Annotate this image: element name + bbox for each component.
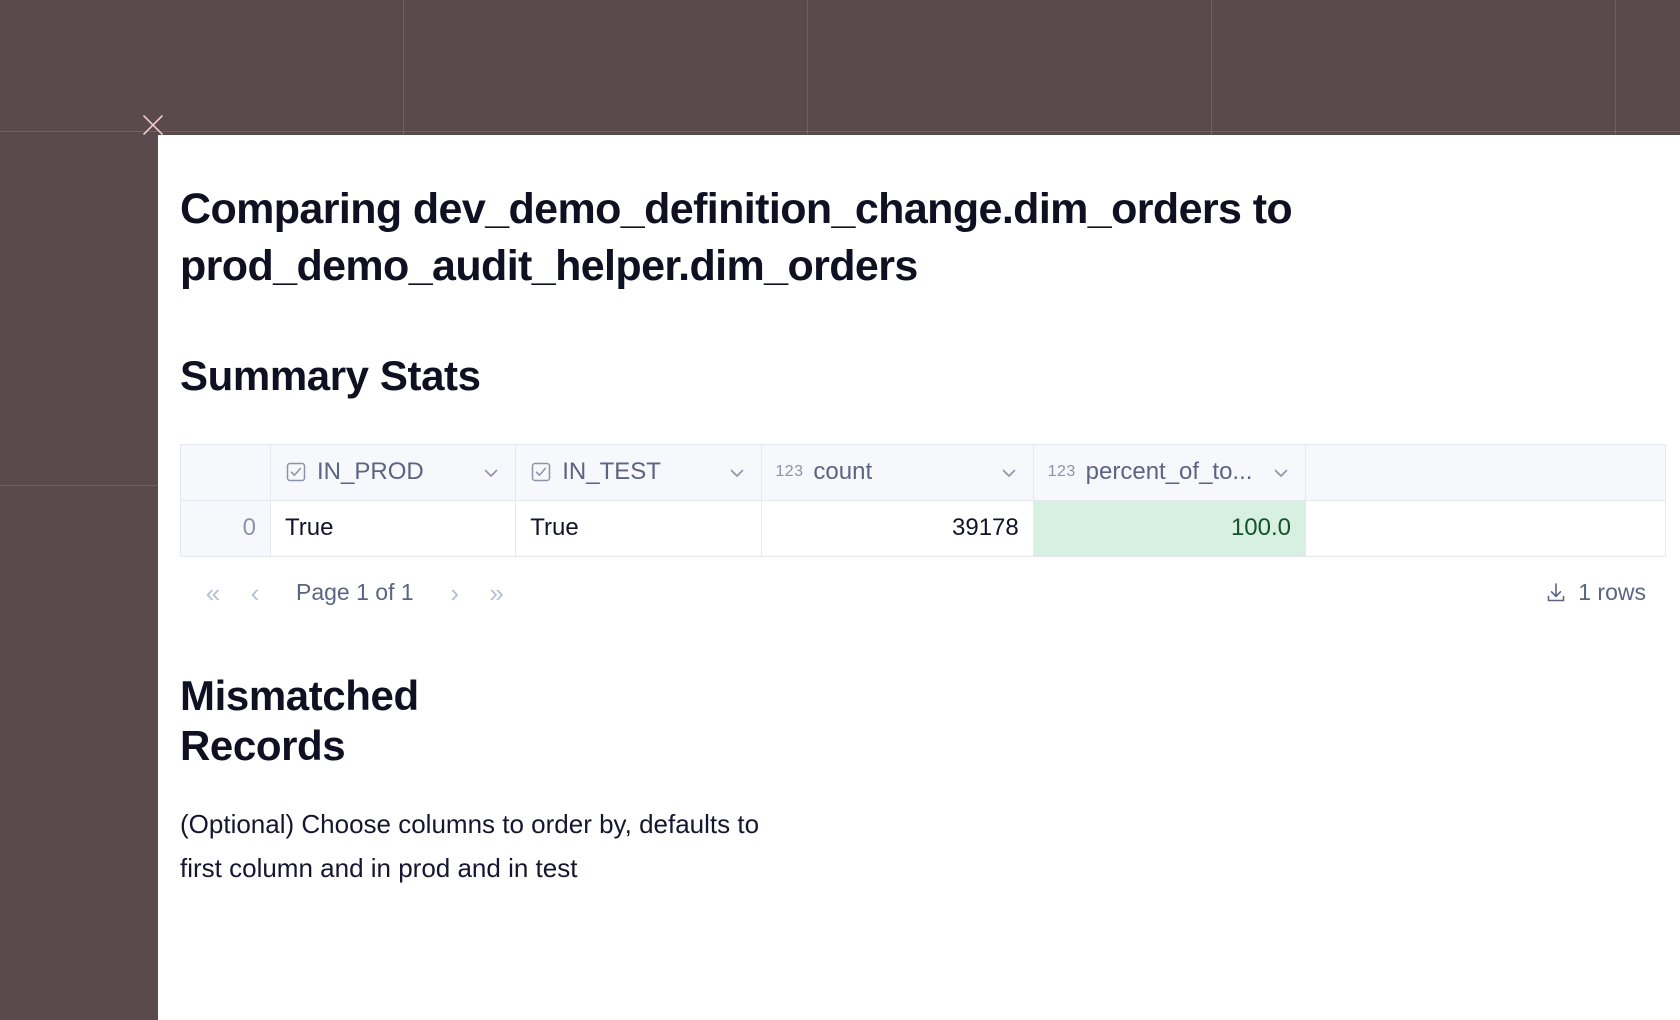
column-header-percent-of-total[interactable]: 123 percent_of_to... (1032, 443, 1307, 501)
chevron-down-icon[interactable] (999, 462, 1019, 482)
page-indicator: Page 1 of 1 (296, 579, 414, 606)
checkbox-icon (285, 461, 307, 483)
cell-blank (1305, 499, 1666, 557)
checkbox-icon (530, 461, 552, 483)
download-rows-control[interactable]: 1 rows (1544, 579, 1646, 606)
column-header-blank (1305, 443, 1666, 501)
close-button[interactable] (140, 112, 166, 138)
download-icon (1544, 581, 1568, 605)
number-type-icon: 123 (775, 463, 804, 481)
cell-percent-of-total[interactable]: 100.0 (1032, 499, 1307, 557)
backdrop-grid-line-horizontal (0, 131, 1680, 132)
section-heading-summary-stats: Summary Stats (180, 352, 481, 400)
column-header-in-prod[interactable]: IN_PROD (269, 443, 517, 501)
first-page-button[interactable]: « (194, 574, 232, 612)
close-icon (143, 115, 163, 135)
table-body: 0 True True 39178 100.0 (180, 499, 1666, 557)
report-panel: Comparing dev_demo_definition_change.dim… (158, 135, 1680, 1020)
column-header-count[interactable]: 123 count (760, 443, 1034, 501)
column-header-label: count (813, 458, 873, 486)
chevron-down-icon[interactable] (481, 462, 501, 482)
column-header-label: IN_TEST (562, 458, 661, 486)
cell-count[interactable]: 39178 (760, 499, 1034, 557)
section-heading-mismatched-records: Mismatched Records (180, 671, 419, 770)
number-type-icon: 123 (1047, 463, 1076, 481)
table-header-row: IN_PROD IN_TEST 123 count 123 percent_of… (180, 443, 1666, 501)
chevron-down-icon[interactable] (1271, 462, 1291, 482)
cell-in-prod[interactable]: True (269, 499, 517, 557)
last-page-button[interactable]: » (478, 574, 516, 612)
column-header-index (180, 443, 271, 501)
row-index-cell: 0 (180, 499, 271, 557)
previous-page-button[interactable]: ‹ (236, 574, 274, 612)
table-row[interactable]: 0 True True 39178 100.0 (180, 499, 1666, 557)
table-header: IN_PROD IN_TEST 123 count 123 percent_of… (180, 443, 1666, 501)
mismatched-records-description: (Optional) Choose columns to order by, d… (180, 808, 760, 883)
summary-stats-table-container: IN_PROD IN_TEST 123 count 123 percent_of… (180, 443, 1666, 613)
summary-stats-table: IN_PROD IN_TEST 123 count 123 percent_of… (180, 443, 1666, 557)
chevron-down-icon[interactable] (727, 462, 747, 482)
cell-in-test[interactable]: True (515, 499, 762, 557)
row-count-label: 1 rows (1578, 579, 1646, 606)
next-page-button[interactable]: › (436, 574, 474, 612)
page-title: Comparing dev_demo_definition_change.dim… (180, 185, 1293, 291)
column-header-label: percent_of_to... (1085, 458, 1253, 486)
column-header-label: IN_PROD (317, 458, 424, 486)
table-pagination: « ‹ Page 1 of 1 › » 1 rows (180, 573, 1666, 613)
column-header-in-test[interactable]: IN_TEST (515, 443, 762, 501)
